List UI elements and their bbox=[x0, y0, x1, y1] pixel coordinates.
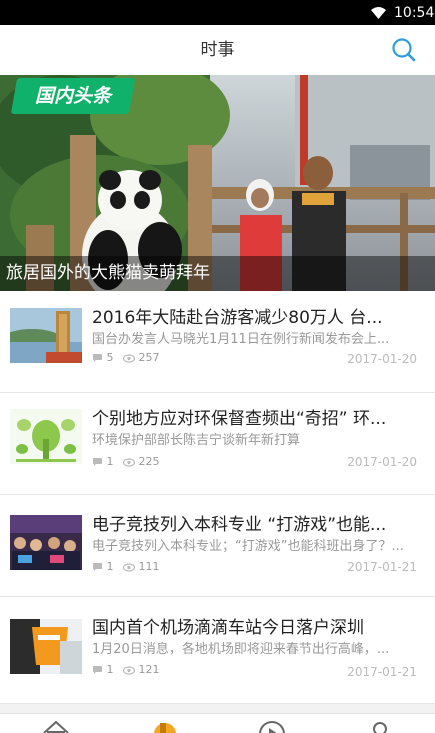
comment-count: 1 bbox=[106, 663, 114, 676]
comment-icon bbox=[93, 458, 102, 466]
comment-icon bbox=[93, 563, 102, 571]
eye-icon bbox=[123, 666, 135, 675]
article-stats: 1 121 bbox=[92, 663, 166, 677]
wifi-icon bbox=[371, 7, 386, 19]
news-icon[interactable] bbox=[150, 719, 180, 733]
comment-icon bbox=[93, 666, 102, 674]
article-title: 国内首个机场滴滴车站今日落户深圳 bbox=[92, 618, 364, 638]
article-thumbnail bbox=[10, 409, 82, 464]
article-date: 2017-01-21 bbox=[347, 665, 417, 679]
comment-count: 5 bbox=[106, 351, 114, 364]
article-title: 2016年大陆赴台游客减少80万人 台... bbox=[92, 308, 383, 328]
view-count: 121 bbox=[138, 663, 160, 676]
comment-icon bbox=[93, 354, 102, 362]
article-stats: 1 111 bbox=[92, 560, 166, 574]
article-date: 2017-01-20 bbox=[347, 352, 417, 366]
headline-tag-label: 国内头条 bbox=[34, 85, 111, 107]
headline-tag: 国内头条 bbox=[10, 78, 136, 114]
article-thumbnail bbox=[10, 619, 82, 674]
article-item[interactable]: 电子竞技列入本科专业 “打游戏”也能... 电子竞技列入本科专业；“打游戏”也能… bbox=[0, 495, 435, 597]
article-item[interactable]: 个别地方应对环保督查频出“奇招” 环... 环境保护部部长陈吉宁谈新年新打算 1… bbox=[0, 393, 435, 495]
headline-banner[interactable]: 国内头条 旅居国外的大熊猫卖萌拜年 bbox=[0, 75, 435, 291]
video-icon[interactable] bbox=[257, 719, 287, 733]
view-count: 225 bbox=[138, 455, 160, 468]
eye-icon bbox=[123, 458, 135, 467]
article-thumbnail bbox=[10, 515, 82, 570]
article-stats: 5 257 bbox=[92, 351, 166, 365]
article-title: 电子竞技列入本科专业 “打游戏”也能... bbox=[92, 515, 387, 535]
article-summary: 电子竞技列入本科专业；“打游戏”也能科班出身了？... bbox=[92, 539, 404, 554]
article-stats: 1 225 bbox=[92, 455, 166, 469]
view-count: 111 bbox=[138, 560, 160, 573]
top-app-bar: 时事 bbox=[0, 25, 435, 75]
page-title: 时事 bbox=[200, 40, 235, 60]
view-count: 257 bbox=[138, 351, 160, 364]
article-date: 2017-01-21 bbox=[347, 560, 417, 574]
search-icon[interactable] bbox=[390, 36, 418, 64]
article-date: 2017-01-20 bbox=[347, 455, 417, 469]
article-thumbnail bbox=[10, 308, 82, 363]
profile-icon[interactable] bbox=[365, 719, 395, 733]
status-clock: 10:54 bbox=[394, 5, 435, 21]
banner-caption: 旅居国外的大熊猫卖萌拜年 bbox=[6, 263, 210, 283]
eye-icon bbox=[123, 354, 135, 363]
eye-icon bbox=[123, 563, 135, 572]
bottom-tab-bar bbox=[0, 713, 435, 733]
article-item[interactable]: 2016年大陆赴台游客减少80万人 台... 国台办发言人马晓光1月11日在例行… bbox=[0, 291, 435, 393]
status-bar: 10:54 bbox=[0, 0, 435, 25]
article-summary: 环境保护部部长陈吉宁谈新年新打算 bbox=[92, 433, 301, 448]
article-item[interactable]: 国内首个机场滴滴车站今日落户深圳 1月20日消息，各地机场即将迎来春节出行高峰，… bbox=[0, 597, 435, 704]
home-icon[interactable] bbox=[41, 719, 71, 733]
comment-count: 1 bbox=[106, 455, 114, 468]
comment-count: 1 bbox=[106, 560, 114, 573]
article-title: 个别地方应对环保督查频出“奇招” 环... bbox=[92, 409, 387, 429]
article-summary: 1月20日消息，各地机场即将迎来春节出行高峰，... bbox=[92, 642, 390, 657]
article-summary: 国台办发言人马晓光1月11日在例行新闻发布会上... bbox=[92, 332, 390, 347]
